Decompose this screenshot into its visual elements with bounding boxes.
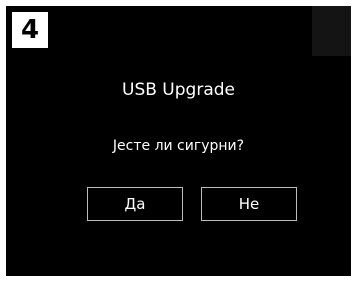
step-number-badge: 4	[12, 12, 48, 48]
yes-button[interactable]: Да	[87, 187, 183, 221]
no-button[interactable]: Не	[201, 187, 297, 221]
corner-shade	[312, 6, 351, 56]
confirmation-message: Јесте ли сигурни?	[112, 138, 245, 154]
tv-screen: 4 USB Upgrade Јесте ли сигурни? Да Не	[6, 6, 351, 276]
dialog-title: USB Upgrade	[122, 80, 235, 100]
